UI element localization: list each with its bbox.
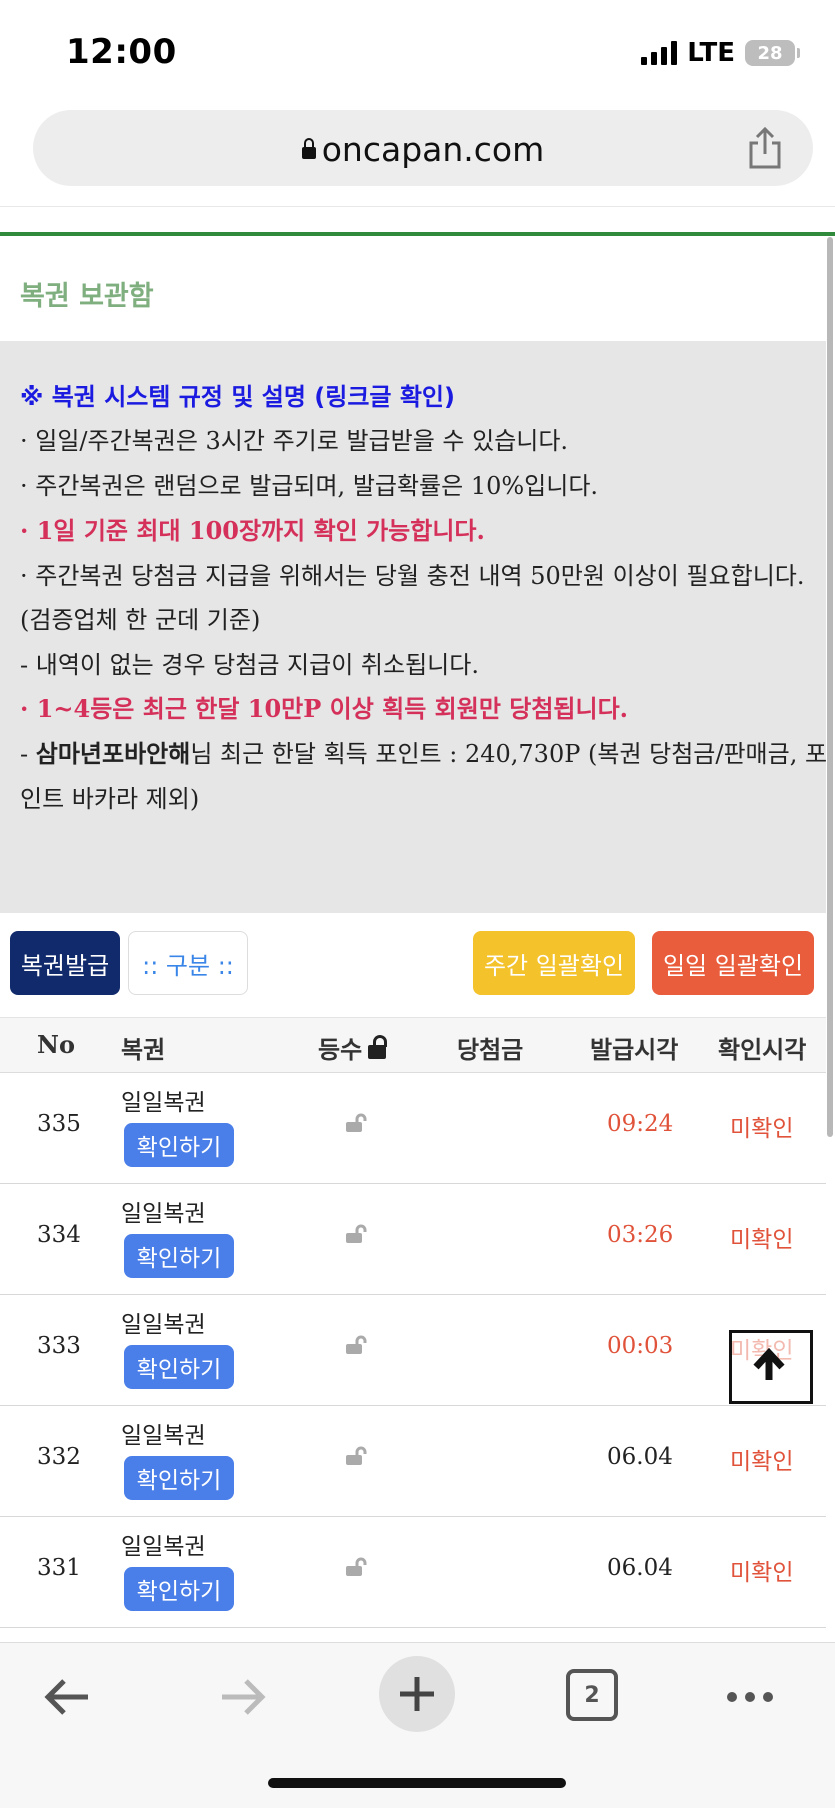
scroll-to-top-button[interactable]: [729, 1330, 813, 1404]
page-header: 복권 보관함: [0, 236, 826, 341]
unlock-icon[interactable]: [345, 1446, 367, 1466]
row-no: 331: [37, 1555, 81, 1581]
address-bar[interactable]: oncapan.com: [33, 110, 813, 186]
header-rank-label: 등수: [318, 1036, 363, 1064]
row-lottery-name: 일일복권: [121, 1090, 206, 1116]
lottery-table: No 복권 등수 당첨금 발급시각 확인시각 335 일일복권 확인하기 09:…: [0, 1017, 826, 1628]
battery-level: 28: [757, 42, 783, 64]
unlock-icon[interactable]: [345, 1557, 367, 1577]
daily-confirm-all-button[interactable]: 일일 일괄확인: [652, 931, 814, 995]
tabs-icon[interactable]: 2: [566, 1669, 618, 1721]
row-issued-time: 00:03: [607, 1333, 674, 1359]
url-display[interactable]: oncapan.com: [33, 130, 813, 169]
row-no: 333: [37, 1333, 81, 1359]
home-indicator: [268, 1778, 566, 1788]
table-row: 334 일일복권 확인하기 03:26 미확인: [0, 1184, 826, 1295]
confirm-button[interactable]: 확인하기: [124, 1234, 234, 1278]
notice-box: ※ 복권 시스템 규정 및 설명 (링크글 확인) · 일일/주간복권은 3시간…: [0, 341, 827, 913]
confirm-button[interactable]: 확인하기: [124, 1456, 234, 1500]
plus-icon[interactable]: [378, 1655, 456, 1733]
notice-line: - 내역이 없는 경우 당첨금 지급이 취소됩니다.: [20, 651, 479, 679]
header-checked-time: 확인시각: [718, 1036, 807, 1064]
confirm-button[interactable]: 확인하기: [124, 1567, 234, 1611]
more-dots-icon[interactable]: [722, 1667, 778, 1727]
weekly-confirm-all-button[interactable]: 주간 일괄확인: [473, 931, 635, 995]
confirm-button[interactable]: 확인하기: [124, 1123, 234, 1167]
table-row: 335 일일복권 확인하기 09:24 미확인: [0, 1073, 826, 1184]
unlock-icon[interactable]: [345, 1224, 367, 1244]
status-time: 12:00: [66, 32, 177, 72]
category-select[interactable]: :: 구분 ::: [128, 931, 248, 995]
row-lottery-name: 일일복권: [121, 1312, 206, 1338]
row-issued-time: 06.04: [607, 1444, 673, 1470]
table-header: No 복권 등수 당첨금 발급시각 확인시각: [0, 1017, 826, 1073]
row-no: 332: [37, 1444, 81, 1470]
status-indicators: LTE 28: [641, 38, 800, 68]
row-checked-status: 미확인: [730, 1116, 794, 1142]
signal-icon: [641, 41, 678, 65]
notice-line: (검증업체 한 군데 기준): [20, 606, 261, 634]
row-issued-time: 03:26: [607, 1222, 674, 1248]
notice-line-highlight: · 1일 기준 최대 100장까지 확인 가능합니다.: [20, 516, 485, 545]
notice-heading[interactable]: ※ 복권 시스템 규정 및 설명 (링크글 확인): [20, 377, 455, 412]
table-row: 331 일일복권 확인하기 06.04 미확인: [0, 1517, 826, 1628]
notice-line-highlight: · 1~4등은 최근 한달 10만P 이상 획득 회원만 당첨됩니다.: [20, 694, 629, 723]
notice-points-line: - 삼마년포바안해님 최근 한달 획득 포인트 : 240,730P (복권 당…: [20, 734, 827, 769]
arrow-left-icon[interactable]: [40, 1667, 96, 1727]
url-text: oncapan.com: [321, 130, 545, 169]
share-icon[interactable]: [745, 126, 785, 170]
notice-line: · 주간복권은 랜덤으로 발급되며, 발급확률은 10%입니다.: [20, 472, 599, 500]
header-rank[interactable]: 등수: [318, 1030, 388, 1065]
header-no: No: [37, 1030, 75, 1059]
unlock-icon[interactable]: [345, 1335, 367, 1355]
row-issued-time: 06.04: [607, 1555, 673, 1581]
table-row: 332 일일복권 확인하기 06.04 미확인: [0, 1406, 826, 1517]
page-title: 복권 보관함: [20, 281, 154, 312]
row-checked-status: 미확인: [730, 1227, 794, 1253]
notice-line: 인트 바카라 제외): [20, 785, 200, 813]
row-no: 335: [37, 1111, 81, 1137]
notice-line: · 일일/주간복권은 3시간 주기로 발급받을 수 있습니다.: [20, 427, 569, 455]
row-checked-status: 미확인: [730, 1449, 794, 1475]
header-prize: 당첨금: [457, 1036, 524, 1064]
row-lottery-name: 일일복권: [121, 1423, 206, 1449]
table-body: 335 일일복권 확인하기 09:24 미확인 334 일일복권 확인하기 03…: [0, 1073, 826, 1628]
web-content: 복권 보관함 ※ 복권 시스템 규정 및 설명 (링크글 확인) · 일일/주간…: [0, 206, 835, 1642]
row-lottery-name: 일일복권: [121, 1201, 206, 1227]
header-issued-time: 발급시각: [590, 1036, 679, 1064]
confirm-button[interactable]: 확인하기: [124, 1345, 234, 1389]
notice-dash: -: [20, 740, 36, 768]
row-issued-time: 09:24: [607, 1111, 674, 1137]
scrollbar[interactable]: [827, 237, 833, 1137]
unlock-icon[interactable]: [368, 1035, 388, 1059]
arrow-up-icon: [753, 1347, 785, 1380]
battery-icon: 28: [745, 40, 800, 66]
issue-lottery-button[interactable]: 복권발급: [10, 931, 120, 995]
header-lottery: 복권: [121, 1036, 166, 1064]
row-lottery-name: 일일복권: [121, 1534, 206, 1560]
unlock-icon[interactable]: [345, 1113, 367, 1133]
row-no: 334: [37, 1222, 81, 1248]
notice-line: · 주간복권 당첨금 지급을 위해서는 당월 충전 내역 50만원 이상이 필요…: [20, 562, 805, 590]
status-bar: 12:00 LTE 28: [0, 0, 835, 100]
action-buttons: 복권발급 :: 구분 :: 주간 일괄확인 일일 일괄확인: [0, 931, 826, 997]
network-label: LTE: [687, 38, 735, 68]
notice-points: 님 최근 한달 획득 포인트 : 240,730P (복권 당첨금/판매금, 포: [190, 740, 828, 768]
arrow-right-icon[interactable]: [214, 1667, 270, 1727]
username: 삼마년포바안해: [35, 740, 191, 768]
table-row: 333 일일복권 확인하기 00:03 미확인: [0, 1295, 826, 1406]
row-checked-status: 미확인: [730, 1560, 794, 1586]
lock-icon: [301, 138, 316, 159]
